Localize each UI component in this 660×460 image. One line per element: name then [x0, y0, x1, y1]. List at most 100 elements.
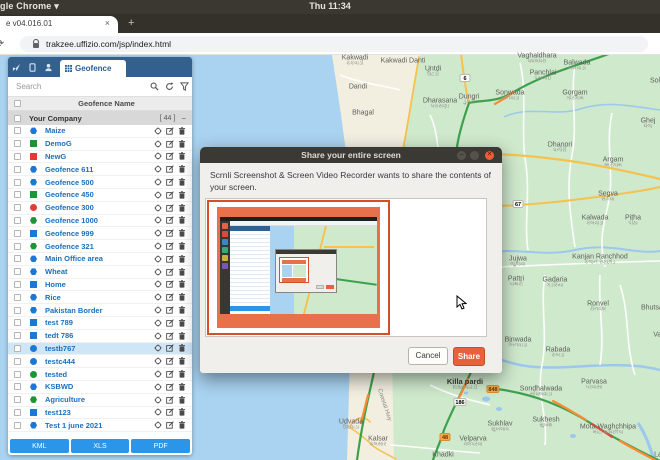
search-input[interactable]	[8, 81, 147, 92]
geofence-name[interactable]: Agriculture	[45, 395, 154, 404]
row-checkbox[interactable]	[14, 153, 21, 160]
geofence-name[interactable]: Pakistan Border	[45, 306, 154, 315]
locate-icon[interactable]	[154, 383, 162, 391]
delete-icon[interactable]	[178, 280, 186, 288]
edit-icon[interactable]	[166, 421, 174, 429]
geofence-name[interactable]: Geofence 321	[45, 242, 154, 251]
row-checkbox[interactable]	[14, 319, 21, 326]
row-checkbox[interactable]	[14, 294, 21, 301]
row-checkbox[interactable]	[14, 422, 21, 429]
group-checkbox[interactable]	[14, 115, 21, 122]
locate-icon[interactable]	[154, 280, 162, 288]
close-button[interactable]: ✕	[485, 151, 494, 160]
collapse-icon[interactable]: −	[181, 114, 186, 123]
locate-icon[interactable]	[154, 127, 162, 135]
dialog-titlebar[interactable]: Share your entire screen – ✕	[200, 147, 502, 163]
delete-icon[interactable]	[178, 357, 186, 365]
row-checkbox[interactable]	[14, 396, 21, 403]
delete-icon[interactable]	[178, 216, 186, 224]
geofence-row[interactable]: Maize	[8, 125, 192, 138]
geofence-row[interactable]: testc444	[8, 355, 192, 368]
row-checkbox[interactable]	[14, 345, 21, 352]
row-checkbox[interactable]	[14, 409, 21, 416]
device-icon[interactable]	[24, 57, 40, 77]
group-row[interactable]: Your Company [ 44 ] −	[8, 111, 192, 125]
geofence-name[interactable]: testb767	[45, 344, 154, 353]
geofence-row[interactable]: Home	[8, 279, 192, 292]
reload-icon[interactable]: ⟳	[0, 37, 4, 50]
geofence-row[interactable]: Main Office area	[8, 253, 192, 266]
row-checkbox[interactable]	[14, 230, 21, 237]
geofence-row[interactable]: Agriculture	[8, 394, 192, 407]
locate-icon[interactable]	[154, 165, 162, 173]
geofence-row[interactable]: Rice	[8, 291, 192, 304]
delete-icon[interactable]	[178, 370, 186, 378]
geofence-name[interactable]: Geofence 450	[45, 190, 154, 199]
locate-icon[interactable]	[154, 357, 162, 365]
geofence-row[interactable]: Geofence 321	[8, 240, 192, 253]
geofence-row[interactable]: tested	[8, 368, 192, 381]
filter-icon[interactable]	[177, 82, 192, 91]
geofence-name[interactable]: Geofence 500	[45, 178, 154, 187]
locate-icon[interactable]	[154, 140, 162, 148]
geofence-name[interactable]: Test 1 june 2021	[45, 421, 154, 430]
delete-icon[interactable]	[178, 204, 186, 212]
locate-icon[interactable]	[154, 255, 162, 263]
locate-icon[interactable]	[154, 268, 162, 276]
geofence-name[interactable]: Geofence 611	[45, 165, 154, 174]
row-checkbox[interactable]	[14, 268, 21, 275]
geofence-name[interactable]: Maize	[45, 126, 154, 135]
address-bar[interactable]: trakzee.uffizio.com/jsp/index.html	[20, 36, 648, 52]
geofence-name[interactable]: test 789	[45, 318, 154, 327]
edit-icon[interactable]	[166, 396, 174, 404]
geofence-name[interactable]: test123	[45, 408, 154, 417]
geofence-name[interactable]: Rice	[45, 293, 154, 302]
geofence-name[interactable]: Geofence 1000	[45, 216, 154, 225]
geofence-row[interactable]: Pakistan Border	[8, 304, 192, 317]
locate-icon[interactable]	[154, 204, 162, 212]
row-checkbox[interactable]	[14, 307, 21, 314]
locate-icon[interactable]	[154, 216, 162, 224]
locate-icon[interactable]	[154, 396, 162, 404]
edit-icon[interactable]	[166, 140, 174, 148]
locate-icon[interactable]	[154, 152, 162, 160]
edit-icon[interactable]	[166, 242, 174, 250]
delete-icon[interactable]	[178, 191, 186, 199]
geofence-name[interactable]: Geofence 999	[45, 229, 154, 238]
delete-icon[interactable]	[178, 178, 186, 186]
geofence-row[interactable]: NewG	[8, 151, 192, 164]
locate-icon[interactable]	[154, 319, 162, 327]
locate-icon[interactable]	[154, 306, 162, 314]
locate-icon[interactable]	[154, 370, 162, 378]
geofence-row[interactable]: test 789	[8, 317, 192, 330]
row-checkbox[interactable]	[14, 204, 21, 211]
geofence-name[interactable]: tedt 786	[45, 331, 154, 340]
geofence-row[interactable]: Test 1 june 2021	[8, 419, 192, 432]
edit-icon[interactable]	[166, 383, 174, 391]
xls-button[interactable]: XLS	[71, 439, 130, 453]
locate-icon[interactable]	[154, 191, 162, 199]
tab-close-icon[interactable]: ×	[105, 18, 110, 28]
geofence-row[interactable]: Geofence 1000	[8, 215, 192, 228]
row-checkbox[interactable]	[14, 191, 21, 198]
kml-button[interactable]: KML	[10, 439, 69, 453]
edit-icon[interactable]	[166, 293, 174, 301]
tab-geofence[interactable]: Geofence	[60, 60, 126, 77]
share-button[interactable]: Share	[453, 347, 485, 366]
screen-thumbnail-selected[interactable]	[207, 200, 390, 335]
new-tab-button[interactable]: +	[128, 17, 134, 29]
edit-icon[interactable]	[166, 357, 174, 365]
geofence-row[interactable]: Geofence 999	[8, 227, 192, 240]
geofence-row[interactable]: tedt 786	[8, 330, 192, 343]
edit-icon[interactable]	[166, 152, 174, 160]
navigation-icon[interactable]	[8, 57, 24, 77]
geofence-name[interactable]: Geofence 300	[45, 203, 154, 212]
row-checkbox[interactable]	[14, 217, 21, 224]
row-checkbox[interactable]	[14, 281, 21, 288]
geofence-row[interactable]: Geofence 450	[8, 189, 192, 202]
edit-icon[interactable]	[166, 191, 174, 199]
locate-icon[interactable]	[154, 344, 162, 352]
geofence-row[interactable]: DemoG	[8, 138, 192, 151]
geofence-name[interactable]: tested	[45, 370, 154, 379]
edit-icon[interactable]	[166, 216, 174, 224]
